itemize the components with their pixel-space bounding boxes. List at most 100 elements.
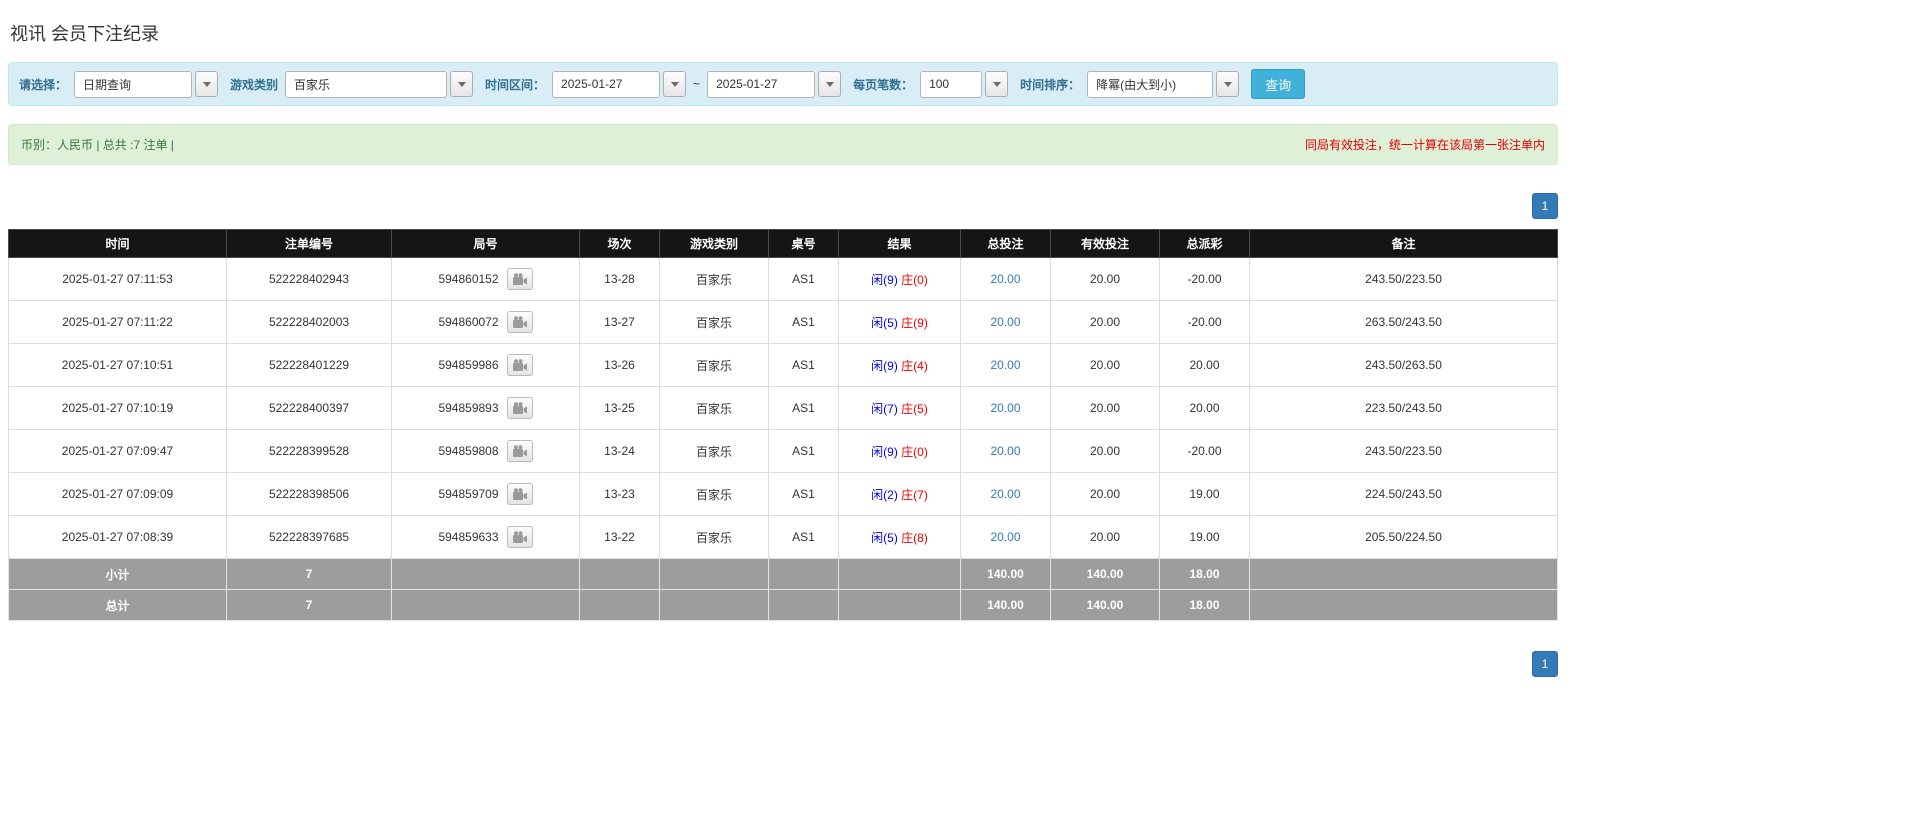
valid-bet-cell: 20.00 — [1050, 429, 1160, 473]
page-size-select[interactable]: 100 — [920, 70, 1009, 98]
page-number-button[interactable]: 1 — [1532, 193, 1558, 219]
time-cell: 2025-01-27 07:11:53 — [8, 257, 227, 301]
header-row: 时间 注单编号 局号 场次 游戏类别 桌号 结果 总投注 有效投注 总派彩 备注 — [8, 229, 1558, 258]
table-no-cell: AS1 — [768, 472, 839, 516]
column-header: 结果 — [838, 229, 961, 258]
column-header: 时间 — [8, 229, 227, 258]
round-cell: 594859808 — [391, 429, 580, 473]
column-header: 场次 — [579, 229, 660, 258]
video-replay-button[interactable] — [506, 440, 533, 462]
date-to-select[interactable]: 2025-01-27 — [707, 70, 842, 98]
video-replay-button[interactable] — [506, 354, 533, 376]
chevron-down-icon[interactable] — [818, 71, 842, 97]
summary-payout: 18.00 — [1159, 589, 1250, 621]
query-type-value: 日期查询 — [83, 77, 132, 92]
summary-payout: 18.00 — [1159, 558, 1250, 590]
column-header: 桌号 — [768, 229, 839, 258]
bet-id-cell: 522228400397 — [226, 386, 392, 430]
summary-total-bet: 140.00 — [960, 589, 1051, 621]
remark-cell: 243.50/263.50 — [1249, 343, 1558, 387]
session-cell: 13-28 — [579, 257, 660, 301]
total-bet-cell: 20.00 — [960, 343, 1051, 387]
sort-label: 时间排序： — [1020, 77, 1081, 92]
pagination-top: 1 — [8, 193, 1558, 219]
video-replay-button[interactable] — [506, 397, 533, 419]
round-cell: 594859633 — [391, 515, 580, 559]
result-cell: 闲(9) 庄(0) — [838, 429, 961, 473]
video-replay-button[interactable] — [506, 526, 533, 548]
remark-cell: 205.50/224.50 — [1249, 515, 1558, 559]
chevron-down-icon[interactable] — [195, 71, 219, 97]
query-type-select[interactable]: 日期查询 — [74, 70, 219, 98]
summary-total-bet: 140.00 — [960, 558, 1051, 590]
round-cell: 594859986 — [391, 343, 580, 387]
remark-cell: 223.50/243.50 — [1249, 386, 1558, 430]
column-header: 备注 — [1249, 229, 1558, 258]
video-replay-button[interactable] — [506, 268, 533, 290]
total-bet-cell: 20.00 — [960, 429, 1051, 473]
video-replay-button[interactable] — [506, 311, 533, 333]
total-bet-link[interactable]: 20.00 — [990, 530, 1020, 544]
page-number-button[interactable]: 1 — [1532, 651, 1558, 677]
date-from-select[interactable]: 2025-01-27 — [552, 70, 687, 98]
round-number: 594860152 — [438, 272, 499, 286]
date-range-label: 时间区间： — [485, 77, 546, 92]
table-no-cell: AS1 — [768, 343, 839, 387]
result-banker: 庄(0) — [901, 272, 928, 287]
round-cell: 594859709 — [391, 472, 580, 516]
video-replay-button[interactable] — [506, 483, 533, 505]
summary-empty — [768, 558, 839, 590]
total-bet-link[interactable]: 20.00 — [990, 358, 1020, 372]
payout-cell: 19.00 — [1159, 515, 1250, 559]
result-player: 闲(5) — [871, 530, 898, 545]
valid-bet-cell: 20.00 — [1050, 257, 1160, 301]
total-bet-cell: 20.00 — [960, 257, 1051, 301]
date-separator: ~ — [693, 77, 701, 91]
bet-id-cell: 522228398506 — [226, 472, 392, 516]
chevron-down-icon[interactable] — [663, 71, 687, 97]
game-type-select[interactable]: 百家乐 — [285, 70, 474, 98]
total-bet-link[interactable]: 20.00 — [990, 444, 1020, 458]
total-bet-link[interactable]: 20.00 — [990, 401, 1020, 415]
summary-empty — [579, 589, 660, 621]
remark-cell: 243.50/223.50 — [1249, 257, 1558, 301]
payout-cell: 19.00 — [1159, 472, 1250, 516]
table-no-cell: AS1 — [768, 300, 839, 344]
remark-cell: 263.50/243.50 — [1249, 300, 1558, 344]
valid-bet-cell: 20.00 — [1050, 300, 1160, 344]
sort-select[interactable]: 降幂(由大到小) — [1087, 70, 1240, 98]
session-cell: 13-24 — [579, 429, 660, 473]
summary-empty — [1249, 558, 1558, 590]
chevron-down-icon[interactable] — [1216, 71, 1240, 97]
date-from-value: 2025-01-27 — [561, 77, 623, 91]
result-cell: 闲(9) 庄(0) — [838, 257, 961, 301]
summary-empty — [768, 589, 839, 621]
result-banker: 庄(8) — [901, 530, 928, 545]
summary-currency-count: 币别：人民币 | 总共 :7 注单 | — [21, 138, 174, 152]
summary-empty — [1249, 589, 1558, 621]
game-type-label: 游戏类别 — [230, 77, 279, 92]
total-bet-link[interactable]: 20.00 — [990, 315, 1020, 329]
table-no-cell: AS1 — [768, 386, 839, 430]
column-header: 总派彩 — [1159, 229, 1250, 258]
round-number: 594859709 — [438, 487, 499, 501]
select-label: 请选择： — [19, 77, 68, 92]
total-bet-link[interactable]: 20.00 — [990, 272, 1020, 286]
round-number: 594859986 — [438, 358, 499, 372]
chevron-down-icon[interactable] — [985, 71, 1009, 97]
result-player: 闲(9) — [871, 272, 898, 287]
session-cell: 13-25 — [579, 386, 660, 430]
game-type-cell: 百家乐 — [659, 386, 769, 430]
total-bet-cell: 20.00 — [960, 386, 1051, 430]
total-bet-link[interactable]: 20.00 — [990, 487, 1020, 501]
game-type-cell: 百家乐 — [659, 300, 769, 344]
summary-label: 总计 — [8, 589, 227, 621]
search-button[interactable]: 查询 — [1251, 69, 1306, 99]
pagination-bottom: 1 — [8, 651, 1558, 677]
chevron-down-icon[interactable] — [450, 71, 474, 97]
game-type-cell: 百家乐 — [659, 257, 769, 301]
valid-bet-cell: 20.00 — [1050, 343, 1160, 387]
page-title: 视讯 会员下注纪录 — [10, 24, 160, 44]
valid-bet-cell: 20.00 — [1050, 386, 1160, 430]
result-banker: 庄(9) — [901, 315, 928, 330]
